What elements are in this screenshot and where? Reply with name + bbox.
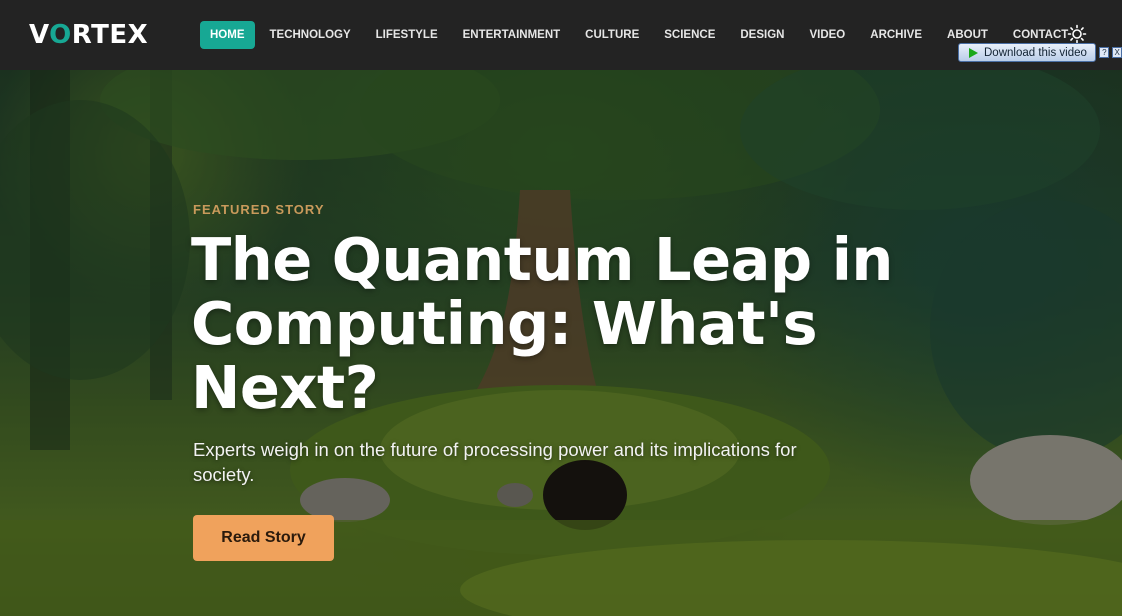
- sun-icon[interactable]: [1067, 24, 1087, 44]
- download-video-label: Download this video: [984, 46, 1087, 59]
- featured-story-label: FEATURED STORY: [193, 202, 325, 217]
- download-video-popup: Download this video ? X: [958, 43, 1122, 62]
- close-icon[interactable]: X: [1112, 47, 1122, 58]
- play-icon: [969, 47, 978, 58]
- main-nav: HOME TECHNOLOGY LIFESTYLE ENTERTAINMENT …: [200, 21, 1083, 49]
- nav-entertainment[interactable]: ENTERTAINMENT: [453, 21, 571, 49]
- hero-section: FEATURED STORY The Quantum Leap in Compu…: [0, 70, 1122, 616]
- logo-prefix: V: [29, 20, 50, 50]
- nav-lifestyle[interactable]: LIFESTYLE: [366, 21, 448, 49]
- nav-archive[interactable]: ARCHIVE: [860, 21, 932, 49]
- logo-accent-letter: O: [49, 20, 72, 50]
- logo-suffix: RTEX: [71, 20, 149, 50]
- nav-culture[interactable]: CULTURE: [575, 21, 649, 49]
- help-icon[interactable]: ?: [1099, 47, 1110, 58]
- nav-design[interactable]: DESIGN: [730, 21, 794, 49]
- site-logo[interactable]: VORTEX: [29, 20, 148, 50]
- nav-home[interactable]: HOME: [200, 21, 255, 49]
- nav-video[interactable]: VIDEO: [799, 21, 855, 49]
- site-header: VORTEX HOME TECHNOLOGY LIFESTYLE ENTERTA…: [0, 0, 1122, 70]
- hero-subtitle: Experts weigh in on the future of proces…: [193, 439, 797, 485]
- nav-technology[interactable]: TECHNOLOGY: [260, 21, 361, 49]
- read-story-button[interactable]: Read Story: [193, 515, 334, 561]
- nav-science[interactable]: SCIENCE: [654, 21, 725, 49]
- hero-title: The Quantum Leap in Computing: What's Ne…: [191, 225, 893, 422]
- download-video-button[interactable]: Download this video: [958, 43, 1097, 62]
